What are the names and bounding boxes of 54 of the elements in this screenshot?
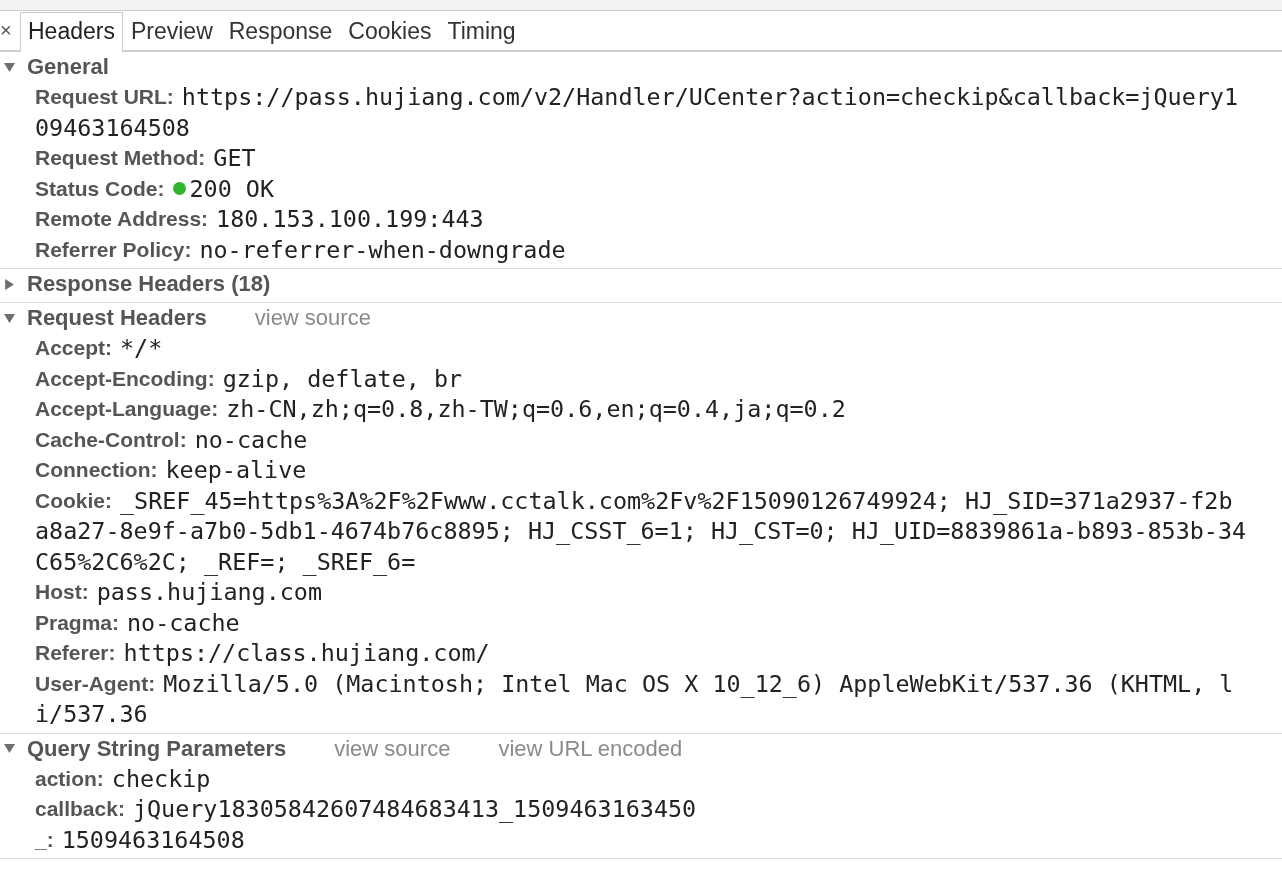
- header-value: no-referrer-when-downgrade: [199, 234, 566, 265]
- header-name: Remote Address:: [35, 206, 209, 232]
- header-value: https://class.hujiang.com/: [123, 638, 490, 669]
- header-value: 200 OK: [189, 173, 274, 204]
- header-value: no-cache: [194, 424, 308, 455]
- close-button[interactable]: ×: [0, 20, 20, 50]
- section-title[interactable]: Query String Parameters: [27, 735, 287, 762]
- header-value: checkip: [111, 763, 211, 794]
- section-title[interactable]: General: [27, 54, 109, 80]
- header-name: Referer:: [35, 640, 116, 666]
- header-name: Referrer Policy:: [35, 236, 192, 263]
- header-value: C65%2C6%2C; _REF=; _SREF_6=: [35, 546, 416, 577]
- tab[interactable]: Response: [220, 12, 341, 50]
- tab[interactable]: Preview: [122, 12, 221, 50]
- header-value: 1509463164508: [61, 824, 245, 855]
- header-name: Request Method:: [35, 145, 206, 171]
- header-name: callback:: [35, 796, 125, 822]
- header-name: User-Agent:: [35, 670, 156, 697]
- tab[interactable]: Cookies: [340, 12, 440, 50]
- header-value: a8a27-8e9f-a7b0-5db1-4674b76c8895; HJ_CSST_6=1; HJ_CST=0; HJ_UID=8839861a-b893-853b-34: [35, 516, 1247, 547]
- header-name: Accept:: [35, 335, 113, 361]
- header-value: Mozilla/5.0 (Macintosh; Intel Mac OS X 10_12_6) AppleWebKit/537.36 (KHTML, l: [163, 668, 1234, 699]
- collapse-triangle-icon[interactable]: [4, 312, 15, 324]
- header-name: Host:: [35, 579, 89, 605]
- header-value: https://pass.hujiang.com/v2/Handler/UCenter?action=checkip&callback=jQuery1: [181, 82, 1239, 113]
- header-value: 180.153.100.199:443: [216, 204, 484, 235]
- header-name: _:: [35, 826, 54, 853]
- tab[interactable]: Timing: [439, 12, 524, 50]
- header-value: i/537.36: [35, 699, 148, 730]
- header-value: no-cache: [127, 607, 240, 638]
- header-value: keep-alive: [165, 455, 307, 486]
- section-title[interactable]: Request Headers: [27, 305, 207, 331]
- header-value: 09463164508: [35, 112, 190, 143]
- expand-triangle-icon[interactable]: [4, 278, 15, 290]
- collapse-triangle-icon[interactable]: [4, 61, 15, 73]
- header-value: gzip, deflate, br: [222, 363, 463, 394]
- header-value: zh-CN,zh;q=0.8,zh-TW;q=0.6,en;q=0.4,ja;q=0.2: [226, 394, 846, 425]
- header-value: jQuery18305842607484683413_1509463163450: [132, 794, 697, 825]
- header-name: Accept-Language:: [35, 396, 219, 422]
- header-name: Cookie:: [35, 487, 112, 514]
- section-title[interactable]: Response Headers (18): [27, 271, 271, 297]
- header-name: Connection:: [35, 457, 158, 483]
- collapse-triangle-icon[interactable]: [4, 743, 15, 754]
- header-name: Status Code:: [35, 175, 165, 202]
- tab[interactable]: Headers: [20, 12, 123, 52]
- header-value: pass.hujiang.com: [96, 577, 322, 608]
- header-name: Cache-Control:: [35, 426, 187, 453]
- header-value: _SREF_45=https%3A%2F%2Fwww.cctalk.com%2Fv%2F15090126749924; HJ_SID=371a2937-f2b: [120, 485, 1233, 516]
- header-value: GET: [213, 143, 256, 174]
- header-name: action:: [35, 765, 104, 792]
- header-name: Request URL:: [35, 84, 174, 110]
- header-name: Accept-Encoding:: [35, 365, 215, 392]
- header-name: Pragma:: [35, 609, 120, 636]
- header-value: */*: [120, 333, 163, 364]
